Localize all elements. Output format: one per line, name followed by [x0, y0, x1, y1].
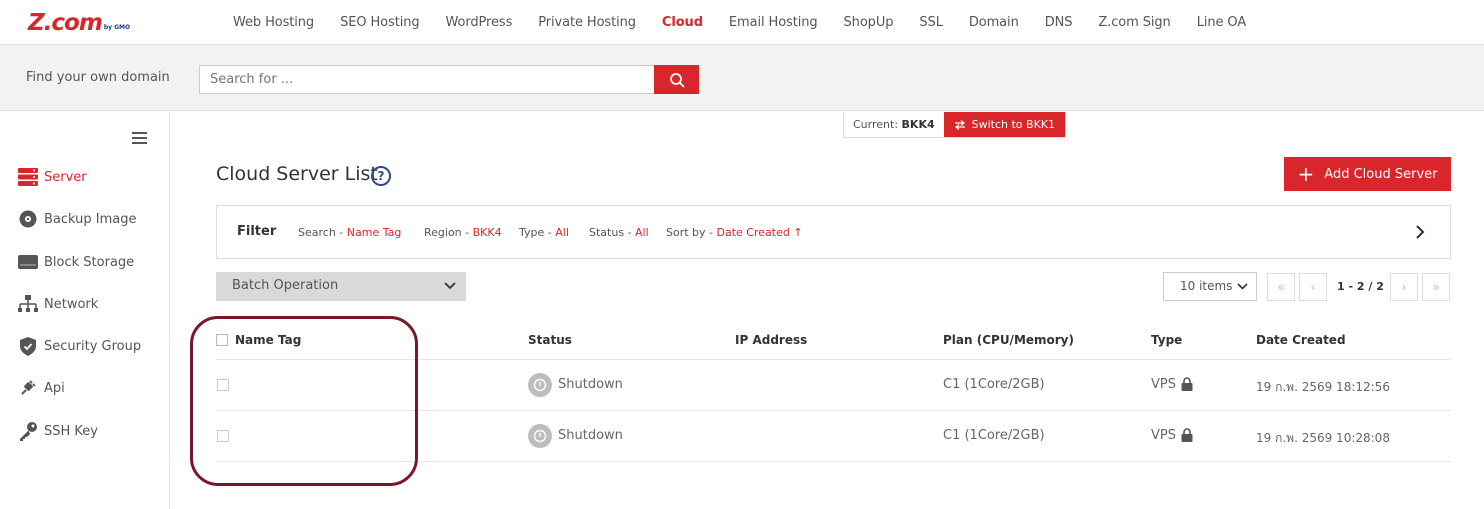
add-cloud-server-label: Add Cloud Server: [1324, 166, 1438, 182]
shield-icon: [18, 336, 38, 356]
drive-icon: [18, 252, 38, 272]
swap-icon: [954, 119, 965, 130]
row-plan: C1 (1Core/2GB): [943, 428, 1045, 443]
filter-region[interactable]: Region - BKK4: [424, 226, 502, 239]
nav-menu: Web Hosting SEO Hosting WordPress Privat…: [220, 0, 1259, 44]
sidebar-item-label: Network: [44, 296, 99, 312]
page-range: 1 - 2 / 2: [1337, 280, 1384, 293]
chevron-right-icon[interactable]: [1414, 223, 1426, 241]
current-region-value: BKK4: [901, 118, 935, 131]
server-icon: [18, 167, 38, 187]
top-nav: Z.com by GMO Web Hosting SEO Hosting Wor…: [0, 0, 1484, 44]
col-ip-address[interactable]: IP Address: [735, 333, 807, 347]
first-page-button[interactable]: «: [1267, 273, 1295, 301]
plug-icon: [18, 378, 38, 398]
filter-panel[interactable]: Filter Search - Name Tag Region - BKK4 T…: [216, 205, 1451, 259]
disc-icon: [18, 209, 38, 229]
chevron-left-icon: ‹: [1310, 280, 1316, 294]
sidebar-item-label: Security Group: [44, 338, 142, 354]
key-icon: [18, 421, 38, 441]
nav-private-hosting[interactable]: Private Hosting: [525, 15, 649, 30]
nav-dns[interactable]: DNS: [1032, 15, 1086, 30]
row-status: Shutdown: [558, 377, 623, 392]
filter-status[interactable]: Status - All: [589, 226, 649, 239]
row-plan: C1 (1Core/2GB): [943, 377, 1045, 392]
plus-icon: +: [1297, 162, 1315, 186]
double-chevron-right-icon: »: [1432, 280, 1440, 294]
sidebar-item-server[interactable]: Server: [18, 166, 87, 188]
nav-web-hosting[interactable]: Web Hosting: [220, 15, 327, 30]
sidebar-item-api[interactable]: Api: [18, 377, 65, 399]
col-type[interactable]: Type: [1151, 333, 1182, 347]
hamburger-menu-icon[interactable]: [132, 132, 147, 144]
nav-domain[interactable]: Domain: [956, 15, 1032, 30]
logo-by-text: by GMO: [103, 24, 131, 31]
double-chevron-left-icon: «: [1277, 280, 1285, 294]
current-region: Current: BKK4: [844, 112, 944, 137]
sidebar-item-label: Backup Image: [44, 211, 137, 227]
switch-region-label: Switch to BKK1: [971, 118, 1056, 131]
logo-text: Z.com: [28, 10, 103, 36]
prev-page-button[interactable]: ‹: [1299, 273, 1327, 301]
next-page-button[interactable]: ›: [1390, 273, 1418, 301]
col-status[interactable]: Status: [528, 333, 572, 347]
page-title: Cloud Server List: [216, 163, 378, 185]
network-icon: [18, 294, 38, 314]
items-per-page-label: 10 items: [1180, 279, 1233, 293]
switch-region-button[interactable]: Switch to BKK1: [943, 112, 1066, 137]
chevron-down-icon: [1237, 283, 1248, 290]
nav-zcom-sign[interactable]: Z.com Sign: [1085, 15, 1183, 30]
lock-icon: [1181, 428, 1193, 442]
filter-sort[interactable]: Sort by - Date Created ↑: [666, 226, 803, 239]
help-icon[interactable]: ?: [371, 166, 391, 186]
domain-search-button[interactable]: [654, 65, 699, 94]
sidebar-item-label: Block Storage: [44, 254, 135, 270]
lock-icon: [1181, 377, 1193, 391]
row-type: VPS: [1151, 377, 1176, 392]
row-date-created: 19 ก.พ. 2569 10:28:08: [1256, 431, 1390, 445]
col-date-created[interactable]: Date Created: [1256, 333, 1346, 347]
nav-line-oa[interactable]: Line OA: [1184, 15, 1259, 30]
sidebar-item-label: SSH Key: [44, 423, 98, 439]
last-page-button[interactable]: »: [1422, 273, 1450, 301]
domain-search-input[interactable]: [199, 65, 655, 94]
sidebar-item-security-group[interactable]: Security Group: [18, 335, 141, 357]
sidebar-item-block-storage[interactable]: Block Storage: [18, 251, 134, 273]
power-icon: [528, 373, 552, 397]
domain-search-bar: Find your own domain: [0, 44, 1484, 111]
sidebar: Server Backup Image Block Storage Networ…: [0, 112, 170, 509]
filter-type[interactable]: Type - All: [519, 226, 569, 239]
batch-operation-select[interactable]: Batch Operation: [216, 272, 466, 301]
sidebar-item-network[interactable]: Network: [18, 293, 98, 315]
row-type: VPS: [1151, 428, 1176, 443]
nav-ssl[interactable]: SSL: [906, 15, 955, 30]
zcom-logo[interactable]: Z.com by GMO: [28, 10, 131, 36]
nav-shopup[interactable]: ShopUp: [831, 15, 907, 30]
sidebar-item-label: Server: [44, 169, 87, 185]
chevron-right-icon: ›: [1401, 280, 1407, 294]
chevron-down-icon: [444, 282, 456, 290]
domain-search-label: Find your own domain: [26, 70, 170, 85]
nav-cloud[interactable]: Cloud: [649, 15, 716, 30]
sidebar-item-ssh-key[interactable]: SSH Key: [18, 420, 98, 442]
sidebar-item-backup-image[interactable]: Backup Image: [18, 208, 137, 230]
row-date-created: 19 ก.พ. 2569 18:12:56: [1256, 380, 1390, 394]
batch-operation-label: Batch Operation: [232, 278, 339, 293]
filter-title: Filter: [237, 224, 277, 239]
nav-wordpress[interactable]: WordPress: [433, 15, 526, 30]
nav-email-hosting[interactable]: Email Hosting: [716, 15, 831, 30]
annotation-highlight: [190, 316, 418, 486]
region-indicator: Current: BKK4 Switch to BKK1: [843, 112, 1067, 138]
row-status: Shutdown: [558, 428, 623, 443]
filter-search[interactable]: Search - Name Tag: [298, 226, 401, 239]
power-icon: [528, 424, 552, 448]
current-region-label: Current:: [853, 118, 899, 131]
col-plan[interactable]: Plan (CPU/Memory): [943, 333, 1074, 347]
sidebar-item-label: Api: [44, 380, 65, 396]
add-cloud-server-button[interactable]: + Add Cloud Server: [1284, 157, 1451, 191]
nav-seo-hosting[interactable]: SEO Hosting: [327, 15, 432, 30]
items-per-page-select[interactable]: 10 items: [1163, 272, 1257, 301]
search-icon: [669, 72, 684, 87]
